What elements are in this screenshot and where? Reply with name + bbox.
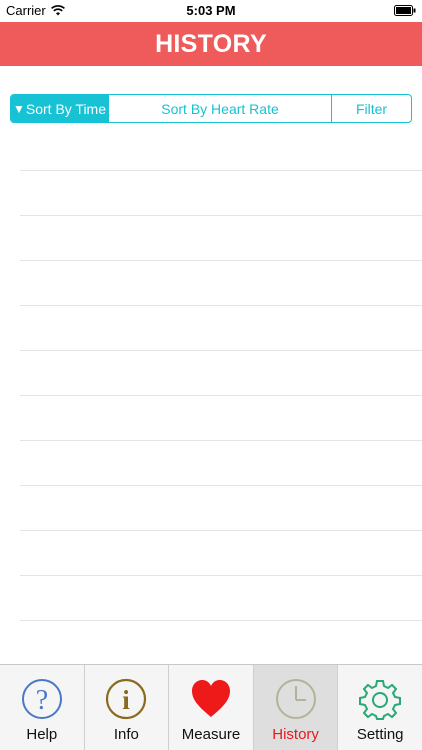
tab-help-label: Help: [26, 726, 58, 743]
tab-help[interactable]: ? Help: [0, 665, 85, 750]
sort-by-time-label: Sort By Time: [25, 100, 107, 117]
row-separator: [20, 395, 422, 396]
tab-info[interactable]: i Info: [85, 665, 170, 750]
tab-history-label: History: [272, 726, 319, 743]
svg-text:?: ?: [36, 685, 48, 716]
sort-by-heart-rate-label: Sort By Heart Rate: [161, 100, 279, 117]
filter-segment[interactable]: Filter: [331, 95, 411, 122]
row-separator: [20, 215, 422, 216]
svg-text:i: i: [123, 685, 131, 715]
sort-by-heart-rate-segment[interactable]: Sort By Heart Rate: [108, 95, 331, 122]
row-separator: [20, 575, 422, 576]
tab-history[interactable]: History: [253, 665, 339, 750]
status-bar: Carrier 5:03 PM: [0, 0, 422, 22]
sort-segmented-control: ▼ Sort By Time Sort By Heart Rate Filter: [10, 94, 412, 123]
tab-bar: ? Help i Info Measure History Setting: [0, 664, 422, 750]
tab-setting[interactable]: Setting: [338, 665, 422, 750]
tab-setting-label: Setting: [356, 726, 404, 743]
navigation-header: HISTORY: [0, 22, 422, 66]
gear-icon: [358, 677, 402, 721]
row-separator: [20, 305, 422, 306]
row-separator: [20, 530, 422, 531]
clock-icon: [274, 677, 318, 721]
info-circle-icon: i: [104, 677, 148, 721]
row-separator: [20, 350, 422, 351]
row-separator: [20, 260, 422, 261]
status-time: 5:03 PM: [186, 3, 236, 18]
battery-icon: [394, 5, 416, 16]
sort-direction-icon: ▼: [12, 101, 25, 116]
row-separator: [20, 440, 422, 441]
filter-label: Filter: [355, 100, 388, 117]
sort-by-time-segment[interactable]: ▼ Sort By Time: [11, 95, 108, 122]
history-list[interactable]: [0, 126, 422, 664]
page-title: HISTORY: [155, 29, 267, 58]
heart-icon: [189, 677, 233, 721]
row-separator: [20, 170, 422, 171]
question-circle-icon: ?: [20, 677, 64, 721]
tab-measure-label: Measure: [181, 726, 241, 743]
row-separator: [20, 485, 422, 486]
tab-info-label: Info: [113, 726, 139, 743]
tab-measure[interactable]: Measure: [169, 665, 254, 750]
row-separator: [20, 620, 422, 621]
